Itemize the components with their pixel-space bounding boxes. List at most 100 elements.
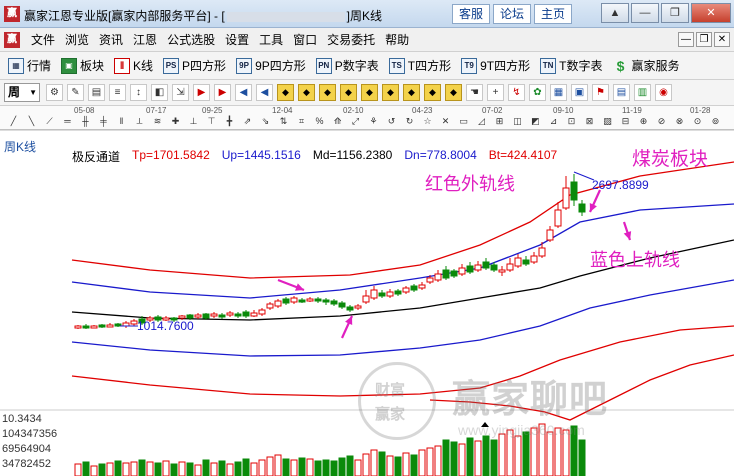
draw-tool-icon-23[interactable]: ☆: [420, 115, 435, 128]
draw-tool-icon-13[interactable]: ⇗: [240, 115, 255, 128]
draw-tool-icon-17[interactable]: %: [312, 115, 327, 128]
chart-tool-icon-22[interactable]: ↯: [508, 84, 525, 101]
draw-tool-icon-1[interactable]: ╲: [24, 115, 39, 128]
chart-tool-icon-21[interactable]: +: [487, 84, 504, 101]
9p-square-button[interactable]: 9P 9P四方形: [236, 57, 306, 74]
menu-formula[interactable]: 公式选股: [162, 32, 220, 48]
chart-tool-icon-9[interactable]: ◀: [235, 84, 252, 101]
draw-tool-icon-5[interactable]: ╪: [96, 115, 111, 128]
draw-tool-icon-32[interactable]: ⊠: [582, 115, 597, 128]
t-square-button[interactable]: TS T四方形: [388, 57, 451, 74]
homepage-link[interactable]: 主页: [534, 4, 573, 24]
draw-tool-icon-31[interactable]: ⊡: [564, 115, 579, 128]
draw-tool-icon-6[interactable]: ‖: [114, 115, 129, 128]
draw-tool-icon-28[interactable]: ◫: [510, 115, 525, 128]
chart-tool-icon-5[interactable]: ◧: [151, 84, 168, 101]
menu-tools[interactable]: 工具: [254, 32, 288, 48]
chart-tool-icon-19[interactable]: ◆: [445, 84, 462, 101]
draw-tool-icon-18[interactable]: ⟰: [330, 115, 345, 128]
mdi-restore-button[interactable]: ❐: [696, 32, 712, 47]
chart-tool-icon-28[interactable]: ▥: [634, 84, 651, 101]
chart-tool-icon-8[interactable]: ▶: [214, 84, 231, 101]
app-menu-icon[interactable]: 赢: [4, 32, 20, 48]
draw-tool-icon-24[interactable]: ✕: [438, 115, 453, 128]
menu-file[interactable]: 文件: [26, 32, 60, 48]
chart-tool-icon-26[interactable]: ⚑: [592, 84, 609, 101]
draw-tool-icon-27[interactable]: ⊞: [492, 115, 507, 128]
chart-tool-icon-15[interactable]: ◆: [361, 84, 378, 101]
chart-tool-icon-16[interactable]: ◆: [382, 84, 399, 101]
chart-tool-icon-20[interactable]: ☚: [466, 84, 483, 101]
draw-tool-icon-35[interactable]: ⊕: [636, 115, 651, 128]
draw-tool-icon-15[interactable]: ⇅: [276, 115, 291, 128]
chart-tool-icon-17[interactable]: ◆: [403, 84, 420, 101]
draw-tool-icon-22[interactable]: ↻: [402, 115, 417, 128]
menu-trade[interactable]: 交易委托: [322, 32, 380, 48]
chart-tool-icon-25[interactable]: ▣: [571, 84, 588, 101]
chart-tool-icon-10[interactable]: ◀: [256, 84, 273, 101]
draw-tool-icon-33[interactable]: ▨: [600, 115, 615, 128]
chart-tool-icon-29[interactable]: ◉: [655, 84, 672, 101]
maximize-button[interactable]: ❐: [661, 3, 689, 23]
chart-tool-icon-2[interactable]: ▤: [88, 84, 105, 101]
p-square-button[interactable]: PS P四方形: [163, 57, 226, 74]
p-table-button[interactable]: PN P数字表: [315, 57, 379, 74]
kline-button[interactable]: ⫼ K线: [114, 57, 153, 74]
chart-tool-icon-11[interactable]: ◆: [277, 84, 294, 101]
draw-tool-icon-36[interactable]: ⊘: [654, 115, 669, 128]
chart-tool-icon-1[interactable]: ✎: [67, 84, 84, 101]
chart-tool-icon-23[interactable]: ✿: [529, 84, 546, 101]
chart-tool-icon-24[interactable]: ▦: [550, 84, 567, 101]
close-button[interactable]: ✕: [691, 3, 731, 23]
minimize-button[interactable]: —: [631, 3, 659, 23]
menu-help[interactable]: 帮助: [380, 32, 414, 48]
draw-tool-icon-30[interactable]: ⊿: [546, 115, 561, 128]
chart-tool-icon-4[interactable]: ↕: [130, 84, 147, 101]
sectors-button[interactable]: ▣ 板块: [61, 57, 104, 74]
menu-window[interactable]: 窗口: [288, 32, 322, 48]
menu-settings[interactable]: 设置: [220, 32, 254, 48]
draw-tool-icon-14[interactable]: ⇘: [258, 115, 273, 128]
chart-tool-icon-0[interactable]: ⚙: [46, 84, 63, 101]
draw-tool-icon-26[interactable]: ◿: [474, 115, 489, 128]
draw-tool-icon-16[interactable]: ⌗: [294, 115, 309, 128]
chart-tool-icon-13[interactable]: ◆: [319, 84, 336, 101]
draw-tool-icon-9[interactable]: ✚: [168, 115, 183, 128]
chart-tool-icon-14[interactable]: ◆: [340, 84, 357, 101]
period-select[interactable]: 周 ▼: [4, 83, 40, 102]
draw-tool-icon-7[interactable]: ⟂: [132, 115, 147, 128]
draw-tool-icon-2[interactable]: ⟋: [42, 115, 57, 128]
forum-link[interactable]: 论坛: [493, 4, 532, 24]
mdi-close-button[interactable]: ✕: [714, 32, 730, 47]
draw-tool-icon-21[interactable]: ↺: [384, 115, 399, 128]
kline-chart[interactable]: 周K线 极反通道 Tp=1701.5842 Up=1445.1516 Md=11…: [0, 130, 734, 476]
draw-tool-icon-38[interactable]: ⊙: [690, 115, 705, 128]
restore-up-button[interactable]: ▲: [601, 3, 629, 23]
winner-service-button[interactable]: $ 赢家服务: [612, 57, 680, 74]
menu-info[interactable]: 资讯: [94, 32, 128, 48]
t-table-button[interactable]: TN T数字表: [540, 57, 602, 74]
chart-tool-icon-7[interactable]: ▶: [193, 84, 210, 101]
menu-gann[interactable]: 江恩: [128, 32, 162, 48]
draw-tool-icon-29[interactable]: ◩: [528, 115, 543, 128]
draw-tool-icon-3[interactable]: ═: [60, 115, 75, 128]
chart-tool-icon-18[interactable]: ◆: [424, 84, 441, 101]
chart-tool-icon-27[interactable]: ▤: [613, 84, 630, 101]
draw-tool-icon-12[interactable]: ╋: [222, 115, 237, 128]
draw-tool-icon-19[interactable]: ⤢: [348, 115, 363, 128]
chart-tool-icon-12[interactable]: ◆: [298, 84, 315, 101]
9t-square-button[interactable]: T9 9T四方形: [461, 57, 530, 74]
chart-tool-icon-3[interactable]: ≡: [109, 84, 126, 101]
draw-tool-icon-8[interactable]: ≋: [150, 115, 165, 128]
quotes-button[interactable]: ▦ 行情: [8, 57, 51, 74]
draw-tool-icon-37[interactable]: ⊗: [672, 115, 687, 128]
customer-service-link[interactable]: 客服: [452, 4, 491, 24]
draw-tool-icon-34[interactable]: ⊟: [618, 115, 633, 128]
draw-tool-icon-25[interactable]: ▭: [456, 115, 471, 128]
draw-tool-icon-10[interactable]: ⊥: [186, 115, 201, 128]
mdi-minimize-button[interactable]: —: [678, 32, 694, 47]
draw-tool-icon-39[interactable]: ⊚: [708, 115, 723, 128]
menu-browse[interactable]: 浏览: [60, 32, 94, 48]
draw-tool-icon-20[interactable]: ⚘: [366, 115, 381, 128]
draw-tool-icon-0[interactable]: ╱: [6, 115, 21, 128]
